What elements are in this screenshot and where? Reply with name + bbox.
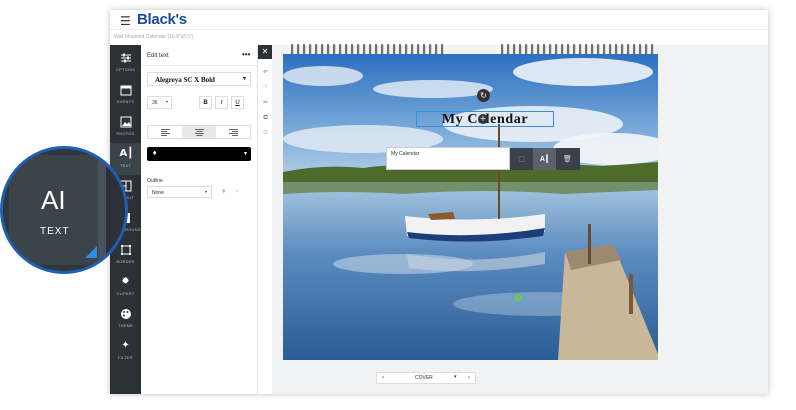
align-right-button[interactable]	[216, 126, 250, 138]
more-options-button[interactable]: •••	[242, 50, 250, 59]
edit-text-panel: Edit text ••• Alegreya SC X Bold ▾ 36 ▾ …	[141, 45, 258, 394]
panel-title: Edit text	[147, 53, 169, 59]
paste-icon[interactable]: ⧉	[260, 127, 271, 138]
calendar-icon	[120, 84, 132, 96]
zoom-canvas-edge	[106, 149, 125, 271]
previous-page-icon[interactable]: ‹	[377, 373, 389, 383]
chevron-down-icon[interactable]: ▾	[454, 374, 457, 380]
sidebar-item-label: CLIPART	[116, 291, 135, 296]
close-panel-button[interactable]: ✕	[258, 45, 272, 59]
align-center-button[interactable]	[182, 126, 216, 138]
copy-icon[interactable]: ⧉	[260, 112, 271, 123]
cut-icon[interactable]: ✂	[260, 97, 271, 108]
top-bar: ☰ Black's	[110, 10, 768, 30]
outline-select-value: None	[152, 190, 164, 196]
align-left-button[interactable]	[148, 126, 182, 138]
sparkle-icon: ✦	[121, 340, 130, 351]
outline-label: Outline	[147, 178, 163, 184]
outline-select[interactable]: None ▾	[147, 186, 212, 198]
redo-icon[interactable]: ↷	[260, 82, 271, 93]
next-page-icon[interactable]: ›	[463, 373, 475, 383]
paint-bucket-icon: ♦	[152, 150, 158, 157]
align-left-icon	[160, 128, 170, 136]
font-size-value: 36	[152, 100, 158, 106]
sidebar-item-filter[interactable]: ✦ FILTER	[110, 335, 141, 367]
sidebar-item-label: OPTIONS	[115, 67, 136, 72]
layer-button[interactable]: □	[510, 148, 533, 170]
underline-button[interactable]: U	[231, 96, 244, 109]
sidebar-item-label: THEME	[118, 323, 133, 328]
text-mini-toolbar: □ A┃ 🗑	[510, 148, 580, 170]
cover-photo[interactable]	[283, 54, 658, 360]
product-title: Wall Mounted Calendar (10.8"x8.5")	[114, 34, 194, 40]
text-cursor-icon: A┃	[539, 156, 550, 163]
panel-divider	[141, 65, 258, 66]
zoom-divider	[98, 149, 106, 271]
brand-logo[interactable]: Black's	[137, 11, 187, 28]
sidebar-item-label: PHOTOS	[116, 131, 135, 136]
palette-icon	[120, 308, 132, 320]
text-cursor-icon: AI	[41, 185, 66, 215]
text-color-picker[interactable]: ♦ ▾	[147, 147, 251, 161]
tool-strip: ✕ ↶ ↷ ✂ ⧉ ⧉	[258, 45, 272, 394]
hamburger-menu-icon[interactable]: ☰	[120, 14, 131, 28]
sidebar-item-events[interactable]: EVENTS	[110, 79, 141, 111]
sidebar-item-options[interactable]: OPTIONS	[110, 47, 141, 79]
page-navigator: ‹ COVER ▾ ›	[376, 372, 476, 384]
sidebar-item-photos[interactable]: PHOTOS	[110, 111, 141, 143]
zoom-text-label: TEXT	[40, 226, 70, 237]
sidebar-item-label: FILTER	[118, 355, 133, 360]
delete-button[interactable]: 🗑	[556, 148, 579, 170]
italic-button[interactable]: I	[215, 96, 228, 109]
move-handle-icon[interactable]: +	[478, 114, 488, 124]
undo-icon[interactable]: ↶	[260, 67, 271, 78]
alignment-group	[147, 125, 251, 139]
text-tool-zoom-callout: AI TEXT	[0, 146, 128, 274]
active-corner-marker	[85, 246, 97, 258]
chevron-down-icon: ▾	[242, 76, 246, 82]
layer-icon: □	[518, 155, 525, 163]
page-label[interactable]: COVER	[415, 375, 433, 381]
chevron-down-icon: ▾	[243, 151, 247, 157]
bold-button[interactable]: B	[199, 96, 212, 109]
font-size-select[interactable]: 36 ▾	[147, 96, 172, 109]
sidebar-item-theme[interactable]: THEME	[110, 303, 141, 335]
trash-icon: 🗑	[563, 155, 572, 163]
font-select-value: Alegreya SC X Bold	[155, 76, 215, 84]
text-input[interactable]: My Calendar	[386, 147, 510, 170]
image-icon	[120, 116, 132, 128]
align-right-icon	[228, 128, 238, 136]
align-center-icon	[194, 128, 204, 136]
chevron-down-icon: ▾	[165, 99, 168, 104]
sliders-icon	[120, 52, 132, 64]
sidebar-item-clipart[interactable]: ✹ CLIPART	[110, 271, 141, 303]
outline-color-icon[interactable]: ♦	[221, 188, 226, 195]
sidebar-item-label: EVENTS	[116, 99, 135, 104]
chevron-down-icon[interactable]: ▾	[236, 188, 238, 193]
font-select[interactable]: Alegreya SC X Bold ▾	[147, 72, 251, 86]
rotate-handle-icon[interactable]: ↻	[477, 89, 490, 102]
edit-text-button[interactable]: A┃	[533, 148, 556, 170]
chevron-down-icon: ▾	[204, 189, 207, 194]
clipart-icon: ✹	[121, 276, 130, 287]
